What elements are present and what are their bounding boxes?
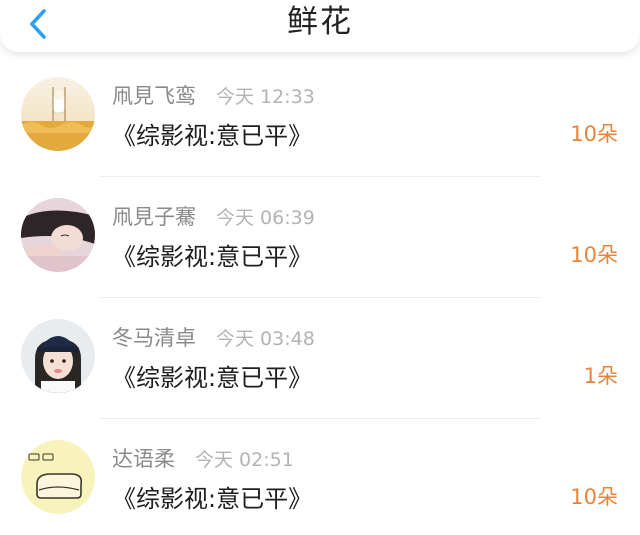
user-name[interactable]: 凧見飞鸾	[112, 80, 196, 110]
user-name[interactable]: 达语柔	[112, 443, 175, 473]
flower-count: 10朵	[570, 122, 618, 146]
user-name[interactable]: 冬马清卓	[112, 322, 196, 352]
flower-count: 10朵	[570, 243, 618, 267]
book-title[interactable]: 《综影视:意已平》	[112, 237, 312, 272]
meta-row: 冬马清卓 今天 03:48	[112, 322, 315, 352]
book-title[interactable]: 《综影视:意已平》	[112, 479, 312, 514]
top-bar: 鲜花	[0, 0, 640, 52]
meta-row: 达语柔 今天 02:51	[112, 443, 294, 473]
meta-row: 凧見飞鸾 今天 12:33	[112, 80, 315, 110]
timestamp: 今天 06:39	[216, 206, 315, 229]
timestamp: 今天 03:48	[216, 327, 315, 350]
avatar[interactable]	[21, 319, 95, 393]
flower-count: 10朵	[570, 485, 618, 509]
avatar[interactable]	[21, 77, 95, 151]
list-item[interactable]: 冬马清卓 今天 03:48 《综影视:意已平》 1朵	[0, 298, 640, 419]
book-title[interactable]: 《综影视:意已平》	[112, 358, 312, 393]
meta-row: 凧見子騫 今天 06:39	[112, 201, 315, 231]
list-item[interactable]: 凧見飞鸾 今天 12:33 《综影视:意已平》 10朵	[0, 56, 640, 177]
book-title[interactable]: 《综影视:意已平》	[112, 116, 312, 151]
list-item[interactable]: 达语柔 今天 02:51 《综影视:意已平》 10朵	[0, 419, 640, 535]
avatar[interactable]	[21, 198, 95, 272]
flowers-screen: 鲜花 凧見飞鸾 今天 12:33 《综影视:意已平》 10朵 凧見子騫 今天 0…	[0, 0, 640, 535]
timestamp: 今天 12:33	[216, 85, 315, 108]
timestamp: 今天 02:51	[195, 448, 294, 471]
page-title: 鲜花	[287, 4, 353, 40]
avatar[interactable]	[21, 440, 95, 514]
flower-gift-list: 凧見飞鸾 今天 12:33 《综影视:意已平》 10朵 凧見子騫 今天 06:3…	[0, 56, 640, 535]
flower-count: 1朵	[583, 364, 618, 388]
user-name[interactable]: 凧見子騫	[112, 201, 196, 231]
list-item[interactable]: 凧見子騫 今天 06:39 《综影视:意已平》 10朵	[0, 177, 640, 298]
